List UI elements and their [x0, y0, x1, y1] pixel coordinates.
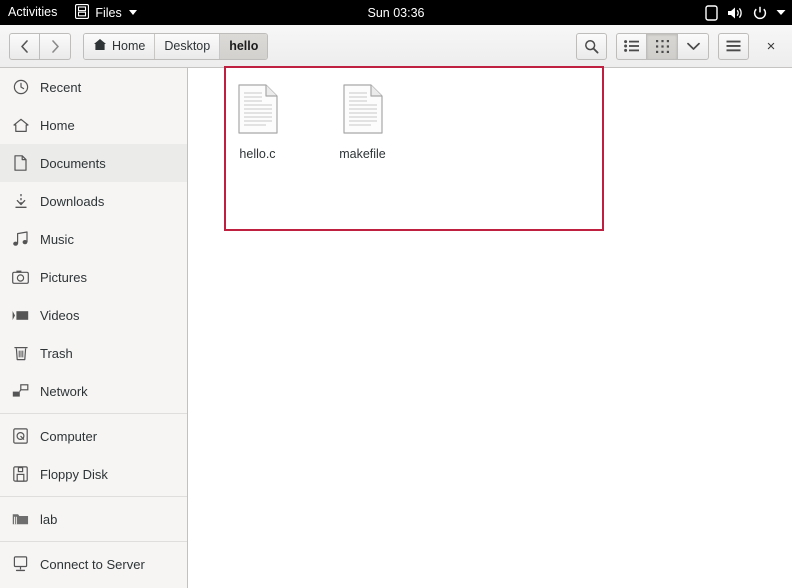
view-options-button[interactable]: [678, 32, 709, 60]
sidebar-item-lab[interactable]: lab: [0, 500, 187, 538]
window-header-bar: Home Desktop hello ×: [0, 25, 792, 68]
sidebar-separator: [0, 413, 187, 414]
sidebar-item-label: Recent: [40, 79, 82, 95]
file-item[interactable]: makefile: [310, 74, 415, 161]
sidebar-item-connect-to-server[interactable]: Connect to Server: [0, 545, 187, 583]
sidebar-item-label: Computer: [40, 428, 98, 444]
video-icon: [12, 307, 29, 324]
camera-icon: [12, 269, 29, 286]
sidebar-item-videos[interactable]: Videos: [0, 296, 187, 334]
chevron-down-icon: [686, 42, 700, 50]
computer-disk-icon: [12, 428, 29, 445]
trash-icon: [12, 345, 29, 362]
file-item[interactable]: hello.c: [205, 74, 310, 161]
sidebar-item-label: Downloads: [40, 193, 105, 209]
breadcrumb-label: hello: [229, 39, 259, 53]
sidebar-item-label: lab: [40, 511, 58, 527]
chevron-right-icon: [51, 39, 59, 53]
places-sidebar: Recent Home Documents Downloads Music Pi…: [0, 68, 188, 588]
screen-indicator-icon: [705, 4, 718, 21]
chevron-left-icon: [21, 39, 28, 53]
home-icon: [93, 38, 107, 54]
system-indicators[interactable]: [705, 0, 786, 25]
files-app-icon: [75, 3, 90, 22]
breadcrumb-item-desktop[interactable]: Desktop: [155, 33, 221, 59]
sidebar-item-floppy-disk[interactable]: Floppy Disk: [0, 455, 187, 493]
home-icon: [12, 117, 29, 134]
forward-button[interactable]: [40, 32, 71, 60]
network-icon: [12, 383, 29, 400]
breadcrumb-label: Desktop: [164, 39, 211, 53]
breadcrumb-label: Home: [112, 39, 146, 53]
sidebar-item-label: Home: [40, 117, 75, 133]
back-button[interactable]: [9, 32, 40, 60]
sidebar-item-label: Floppy Disk: [40, 466, 108, 482]
document-icon: [12, 155, 29, 172]
app-menu-button[interactable]: Files: [67, 0, 144, 25]
hamburger-menu-icon: [726, 40, 741, 52]
sidebar-item-trash[interactable]: Trash: [0, 334, 187, 372]
floppy-disk-icon: [12, 466, 29, 483]
list-view-icon: [623, 40, 639, 52]
breadcrumb: Home Desktop hello: [83, 32, 269, 60]
sidebar-item-label: Pictures: [40, 269, 87, 285]
view-switcher: [616, 32, 709, 60]
file-name-label: makefile: [339, 147, 386, 161]
sidebar-item-downloads[interactable]: Downloads: [0, 182, 187, 220]
text-document-icon: [237, 84, 278, 139]
gnome-top-bar: Activities Files Sun 03:36: [0, 0, 792, 25]
sidebar-item-recent[interactable]: Recent: [0, 68, 187, 106]
main-menu-button[interactable]: [718, 32, 749, 60]
activities-button[interactable]: Activities: [0, 0, 67, 25]
folder-icon: [12, 511, 29, 528]
header-actions: ×: [576, 32, 788, 60]
list-view-button[interactable]: [616, 32, 647, 60]
breadcrumb-item-hello[interactable]: hello: [220, 33, 268, 59]
grid-view-button[interactable]: [647, 32, 678, 60]
app-menu-label: Files: [95, 5, 122, 20]
sidebar-item-label: Music: [40, 231, 74, 247]
sidebar-item-computer[interactable]: Computer: [0, 417, 187, 455]
sidebar-item-pictures[interactable]: Pictures: [0, 258, 187, 296]
sidebar-item-label: Trash: [40, 345, 73, 361]
breadcrumb-item-home[interactable]: Home: [84, 33, 156, 59]
music-note-icon: [12, 231, 29, 248]
sidebar-item-label: Documents: [40, 155, 106, 171]
sidebar-item-network[interactable]: Network: [0, 372, 187, 410]
navigation-buttons: [9, 32, 71, 60]
sidebar-item-label: Network: [40, 383, 88, 399]
connect-server-icon: [12, 556, 29, 573]
grid-view-icon: [655, 39, 669, 53]
chevron-down-icon: [128, 10, 137, 15]
power-icon: [753, 6, 767, 20]
clock-icon: [12, 79, 29, 96]
sidebar-item-documents[interactable]: Documents: [0, 144, 187, 182]
file-view[interactable]: hello.c makefile: [189, 68, 792, 588]
sidebar-item-label: Videos: [40, 307, 80, 323]
download-icon: [12, 193, 29, 210]
search-icon: [585, 39, 599, 54]
close-window-button[interactable]: ×: [758, 33, 784, 60]
sidebar-item-music[interactable]: Music: [0, 220, 187, 258]
sidebar-item-home[interactable]: Home: [0, 106, 187, 144]
icon-grid: hello.c makefile: [205, 74, 415, 161]
text-document-icon: [342, 84, 383, 139]
search-button[interactable]: [576, 32, 607, 60]
sidebar-item-label: Connect to Server: [40, 556, 145, 572]
sidebar-separator: [0, 496, 187, 497]
sidebar-separator: [0, 541, 187, 542]
file-name-label: hello.c: [239, 147, 276, 161]
chevron-down-icon[interactable]: [776, 9, 786, 16]
volume-icon: [727, 6, 744, 20]
